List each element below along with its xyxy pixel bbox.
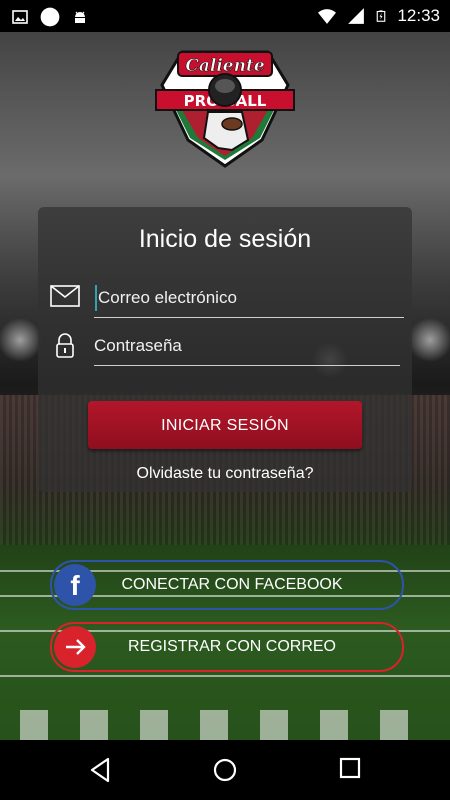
image-icon: [12, 10, 28, 24]
status-bar: 12:33: [0, 0, 450, 32]
forgot-password-link[interactable]: Olvidaste tu contraseña?: [38, 465, 412, 483]
circle-icon: [40, 7, 60, 27]
envelope-icon: [50, 285, 80, 307]
logo-brand-text: Caliente: [185, 56, 264, 76]
back-icon[interactable]: [88, 757, 112, 783]
email-input[interactable]: [94, 279, 404, 318]
clock: 12:33: [397, 6, 440, 25]
email-field-row: [50, 279, 404, 319]
register-button-label: REGISTRAR CON CORREO: [127, 638, 336, 655]
navigation-bar: [0, 740, 450, 800]
password-input[interactable]: [94, 327, 400, 366]
login-button[interactable]: INICIAR SESIÓN: [88, 401, 362, 449]
recents-icon[interactable]: [339, 757, 361, 779]
facebook-button-label: CONECTAR CON FACEBOOK: [121, 576, 343, 593]
android-icon: [75, 11, 85, 23]
wifi-icon: [318, 9, 337, 24]
login-title: Inicio de sesión: [138, 225, 312, 253]
register-email-button[interactable]: REGISTRAR CON CORREO: [50, 622, 404, 672]
facebook-connect-button[interactable]: f CONECTAR CON FACEBOOK: [50, 560, 404, 610]
caliente-pro-ball-logo: Caliente PRO BALL: [155, 50, 295, 168]
battery-icon: [377, 10, 386, 22]
lock-icon: [56, 333, 74, 358]
password-field-row: [50, 327, 400, 367]
home-icon[interactable]: [212, 757, 238, 783]
signal-icon: [348, 8, 365, 24]
login-card: Inicio de sesión INICIAR SESIÓN Olvidast…: [38, 207, 412, 492]
